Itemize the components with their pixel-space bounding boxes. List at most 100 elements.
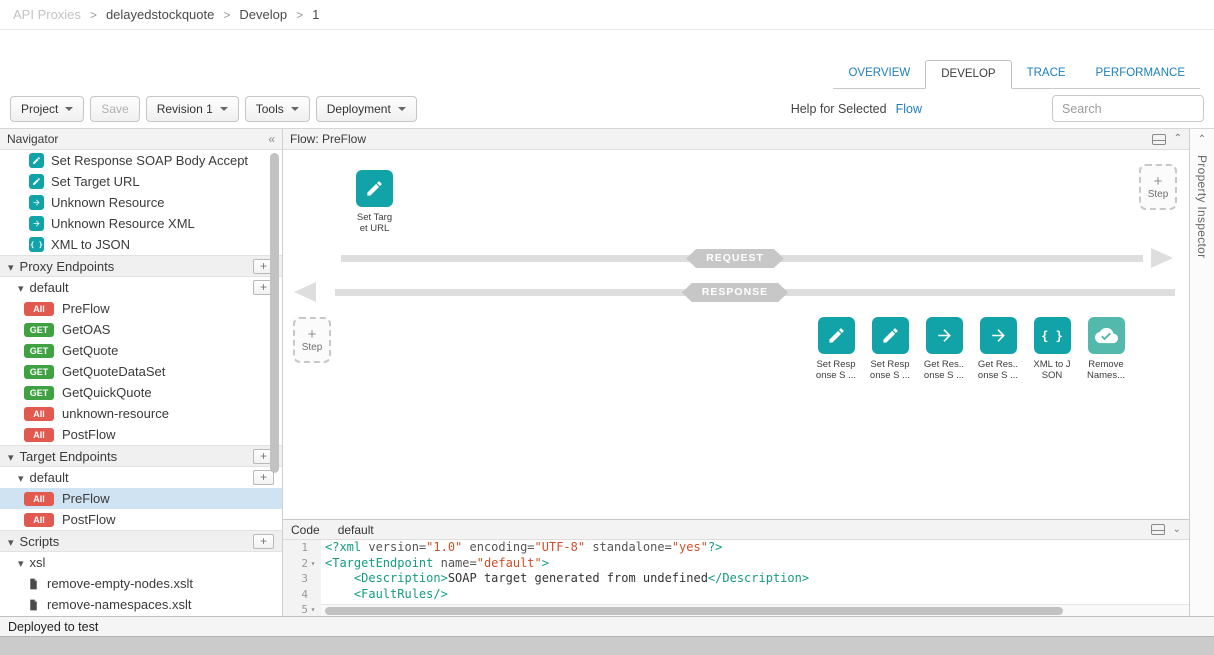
nav-policy-set-target-url[interactable]: Set Target URL bbox=[0, 171, 282, 192]
script-file-remove-empty-nodes[interactable]: remove-empty-nodes.xslt bbox=[0, 573, 282, 594]
breadcrumb-develop[interactable]: Develop bbox=[239, 7, 287, 22]
window-bottom-edge bbox=[0, 636, 1214, 655]
flow-policy-remove-namespaces[interactable]: RemoveNames... bbox=[1079, 317, 1133, 381]
collapse-panel-icon[interactable] bbox=[1174, 134, 1182, 144]
nav-policy-unknown-resource[interactable]: Unknown Resource bbox=[0, 192, 282, 213]
method-badge: GET bbox=[24, 365, 54, 379]
target-endpoint-default[interactable]: default bbox=[0, 467, 282, 488]
pencil-icon bbox=[818, 317, 855, 354]
flow-policy-get-response-1[interactable]: Get Res..onse S ... bbox=[917, 317, 971, 381]
section-title: Scripts bbox=[20, 534, 60, 549]
fold-icon[interactable] bbox=[308, 605, 318, 614]
flow-label: PreFlow bbox=[62, 301, 110, 316]
flow-label: GetQuickQuote bbox=[62, 385, 152, 400]
nav-policy-unknown-resource-xml[interactable]: Unknown Resource XML bbox=[0, 213, 282, 234]
file-label: remove-namespaces.xslt bbox=[47, 597, 192, 612]
policy-label: RemoveNames... bbox=[1087, 359, 1125, 381]
code-line[interactable]: <Description>SOAP target generated from … bbox=[325, 571, 1189, 587]
add-step-response-button[interactable]: + Step bbox=[293, 317, 331, 363]
apigee-develop-window: API Proxies > delayedstockquote > Develo… bbox=[0, 0, 1214, 655]
script-file-remove-namespaces[interactable]: remove-namespaces.xslt bbox=[0, 594, 282, 615]
flow-panel: Flow: PreFlow Set Targ et URL bbox=[283, 129, 1189, 519]
policy-label: Get Res..onse S ... bbox=[978, 359, 1018, 381]
policy-label: Unknown Resource XML bbox=[51, 216, 195, 231]
callout-arrow-icon bbox=[926, 317, 963, 354]
expand-triangle-icon bbox=[8, 259, 14, 274]
deployment-dropdown[interactable]: Deployment bbox=[316, 96, 417, 122]
section-proxy-endpoints[interactable]: Proxy Endpoints bbox=[0, 255, 282, 277]
split-pane-icon[interactable] bbox=[1152, 134, 1166, 145]
save-button[interactable]: Save bbox=[90, 96, 139, 122]
nav-flow-getquotedataset[interactable]: GET GetQuoteDataSet bbox=[0, 361, 282, 382]
split-pane-icon[interactable] bbox=[1151, 524, 1165, 535]
method-badge: All bbox=[24, 492, 54, 506]
flow-policy-xml-to-json[interactable]: XML to JSON bbox=[1025, 317, 1079, 381]
tab-develop[interactable]: DEVELOP bbox=[925, 60, 1011, 89]
section-scripts[interactable]: Scripts bbox=[0, 530, 282, 552]
flow-header-icons bbox=[1152, 134, 1182, 145]
policy-label: XML to JSON bbox=[51, 237, 130, 252]
nav-flow-getquote[interactable]: GET GetQuote bbox=[0, 340, 282, 361]
method-badge: GET bbox=[24, 323, 54, 337]
flow-policy-get-response-2[interactable]: Get Res..onse S ... bbox=[971, 317, 1025, 381]
flow-policy-set-response-1[interactable]: Set Response S ... bbox=[809, 317, 863, 381]
nav-flow-unknown-resource[interactable]: All unknown-resource bbox=[0, 403, 282, 424]
code-editor[interactable]: 1 2 3 4 5 <?xml version="1.0" encoding="… bbox=[283, 540, 1189, 616]
property-inspector-title: Property Inspector bbox=[1195, 155, 1209, 258]
tools-dropdown[interactable]: Tools bbox=[245, 96, 310, 122]
code-panel-label: Code bbox=[291, 523, 320, 537]
nav-flow-getquickquote[interactable]: GET GetQuickQuote bbox=[0, 382, 282, 403]
nav-flow-target-preflow-selected[interactable]: All PreFlow bbox=[0, 488, 282, 509]
expand-triangle-icon bbox=[8, 534, 14, 549]
expand-property-inspector-icon[interactable] bbox=[1198, 135, 1206, 145]
nav-policy-set-response-soap-body-accept[interactable]: Set Response SOAP Body Accept bbox=[0, 150, 282, 171]
code-line[interactable]: <TargetEndpoint name="default"> bbox=[325, 556, 1189, 572]
pencil-icon bbox=[356, 170, 393, 207]
expand-triangle-icon bbox=[18, 470, 24, 485]
policy-label: Unknown Resource bbox=[51, 195, 164, 210]
flow-policy-set-response-2[interactable]: Set Response S ... bbox=[863, 317, 917, 381]
breadcrumb-api-proxies[interactable]: API Proxies bbox=[13, 7, 81, 22]
scrollbar-thumb[interactable] bbox=[325, 607, 1063, 615]
nav-flow-getoas[interactable]: GET GetOAS bbox=[0, 319, 282, 340]
project-dropdown[interactable]: Project bbox=[10, 96, 84, 122]
nav-flow-proxy-preflow[interactable]: All PreFlow bbox=[0, 298, 282, 319]
breadcrumb-separator: > bbox=[90, 8, 97, 22]
callout-arrow-icon bbox=[29, 195, 44, 210]
code-line[interactable]: <?xml version="1.0" encoding="UTF-8" sta… bbox=[325, 540, 1189, 556]
section-title: Proxy Endpoints bbox=[20, 259, 115, 274]
help-group: Help for Selected Flow bbox=[791, 102, 922, 116]
callout-arrow-icon bbox=[29, 216, 44, 231]
request-lane-label: REQUEST bbox=[686, 249, 784, 268]
breadcrumb-proxy-name[interactable]: delayedstockquote bbox=[106, 7, 214, 22]
pencil-icon bbox=[29, 153, 44, 168]
nav-flow-proxy-postflow[interactable]: All PostFlow bbox=[0, 424, 282, 445]
revision-dropdown[interactable]: Revision 1 bbox=[146, 96, 239, 122]
property-inspector-strip[interactable]: Property Inspector bbox=[1189, 129, 1214, 616]
add-script-button[interactable] bbox=[253, 534, 274, 549]
collapse-panel-icon[interactable] bbox=[1173, 525, 1181, 535]
policy-label: XML to JSON bbox=[1033, 359, 1070, 381]
plus-icon: + bbox=[1154, 175, 1163, 189]
code-line[interactable]: <FaultRules/> bbox=[325, 587, 1189, 603]
section-target-endpoints[interactable]: Target Endpoints bbox=[0, 445, 282, 467]
proxy-endpoint-default[interactable]: default bbox=[0, 277, 282, 298]
navigator-scrollbar[interactable] bbox=[270, 153, 279, 473]
policy-label: Set Targ et URL bbox=[357, 212, 392, 234]
nav-policy-xml-to-json[interactable]: XML to JSON bbox=[0, 234, 282, 255]
add-flow-button[interactable] bbox=[253, 470, 274, 485]
add-step-request-button[interactable]: + Step bbox=[1139, 164, 1177, 210]
tab-performance[interactable]: PERFORMANCE bbox=[1081, 60, 1200, 88]
nav-flow-target-postflow[interactable]: All PostFlow bbox=[0, 509, 282, 530]
tab-trace[interactable]: TRACE bbox=[1012, 60, 1081, 88]
collapse-navigator-icon[interactable] bbox=[268, 132, 275, 146]
search-input[interactable] bbox=[1052, 95, 1204, 122]
fold-icon[interactable] bbox=[308, 559, 318, 568]
help-flow-link[interactable]: Flow bbox=[896, 102, 922, 116]
breadcrumb-revision[interactable]: 1 bbox=[312, 7, 319, 22]
response-arrowhead-icon bbox=[294, 282, 316, 302]
flow-policy-set-target-url[interactable]: Set Targ et URL bbox=[339, 170, 410, 234]
tab-overview[interactable]: OVERVIEW bbox=[833, 60, 925, 88]
code-tab-default[interactable]: default bbox=[338, 523, 374, 537]
scripts-group-xsl[interactable]: xsl bbox=[0, 552, 282, 573]
